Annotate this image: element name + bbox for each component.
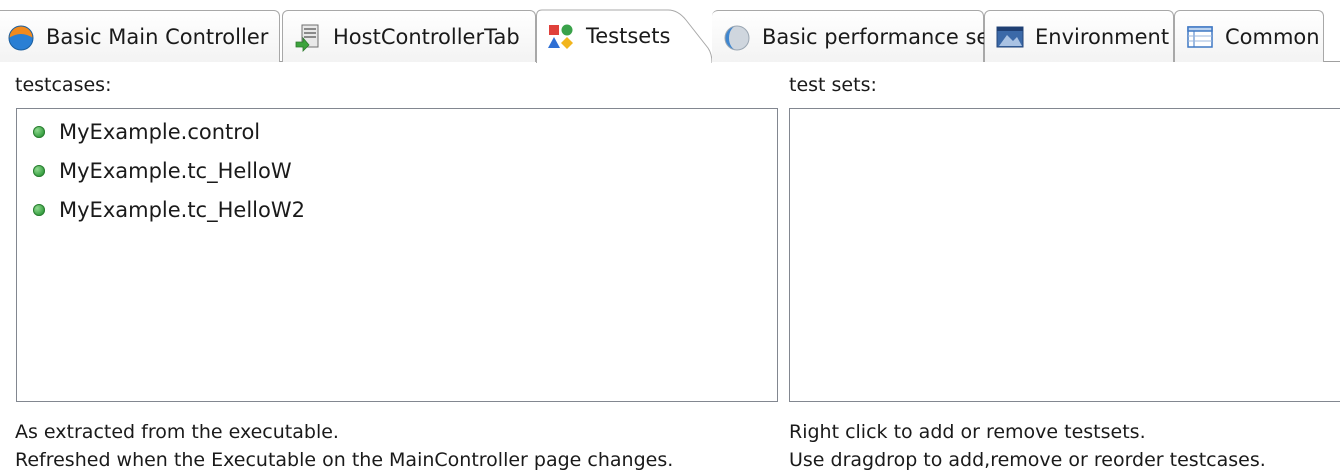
host-controller-icon [293,22,323,52]
tab-testsets[interactable]: Testsets [536,8,712,63]
testcase-name: MyExample.tc_HelloW2 [59,197,305,222]
testcases-list[interactable]: MyExample.control MyExample.tc_HelloW My… [16,108,778,402]
tab-label: Common [1225,24,1320,49]
testcase-status-icon [33,203,45,216]
testcases-hint-line2: Refreshed when the Executable on the Mai… [15,449,674,471]
tab-label: Testsets [586,23,671,48]
tab-label: HostControllerTab [333,24,520,49]
testcase-status-icon [33,164,45,177]
tab-basic-main-controller[interactable]: Basic Main Controller [0,10,280,62]
list-item[interactable]: MyExample.tc_HelloW2 [17,190,777,229]
testsets-hint-line1: Right click to add or remove testsets. [789,421,1146,443]
testcases-hint: As extracted from the executable. Refres… [15,418,673,474]
testcase-name: MyExample.control [59,119,261,144]
testcases-hint-line1: As extracted from the executable. [15,421,339,443]
globe-icon [6,22,36,52]
testcase-status-icon [33,125,45,138]
tab-common[interactable]: Common [1174,10,1324,62]
testsets-hint: Right click to add or remove testsets. U… [789,418,1266,474]
tab-label: Basic performance set [762,24,998,49]
tab-label: Environment [1035,24,1170,49]
testsets-hint-line2: Use dragdrop to add,remove or reorder te… [789,449,1266,471]
tab-basic-performance-set[interactable]: Basic performance set [712,10,998,62]
testsets-shapes-icon [546,21,576,51]
tab-label: Basic Main Controller [46,24,269,49]
list-item[interactable]: MyExample.tc_HelloW [17,151,777,190]
tab-host-controller[interactable]: HostControllerTab [282,10,536,62]
environment-icon [995,22,1025,52]
testcases-label: testcases: [15,74,112,96]
performance-icon [722,22,752,52]
testsets-tree[interactable] [789,108,1340,402]
tab-environment[interactable]: Environment [984,10,1174,62]
testcase-name: MyExample.tc_HelloW [59,158,292,183]
testsets-label: test sets: [789,74,877,96]
common-table-icon [1185,22,1215,52]
list-item[interactable]: MyExample.control [17,112,777,151]
editor-tab-strip: Basic Main Controller HostControllerTab [0,0,1340,63]
